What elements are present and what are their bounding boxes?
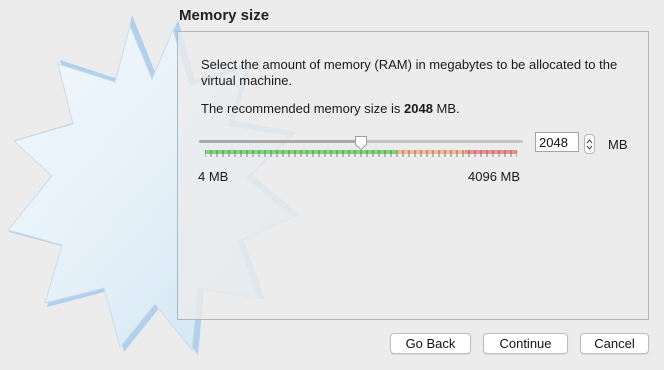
memory-description: Select the amount of memory (RAM) in meg… (201, 57, 618, 88)
memory-slider-ticks (205, 150, 517, 157)
tick-band-red (465, 150, 517, 154)
continue-button[interactable]: Continue (483, 333, 568, 354)
cancel-button[interactable]: Cancel (580, 333, 649, 354)
chevron-down-icon (586, 145, 593, 150)
memory-stepper[interactable] (584, 134, 595, 154)
memory-unit-label: MB (608, 137, 628, 152)
tick-band-orange (397, 150, 465, 154)
recommended-memory-value: 2048 (404, 101, 433, 116)
recommendation-suffix: MB. (432, 101, 460, 116)
memory-slider-thumb[interactable] (354, 135, 368, 151)
memory-slider-fill (199, 140, 361, 143)
page-title: Memory size (179, 7, 270, 24)
stepper-up-arrow[interactable] (585, 135, 594, 144)
recommendation-text: The recommended memory size is 2048 MB. (201, 101, 460, 116)
go-back-button[interactable]: Go Back (390, 333, 471, 354)
memory-min-label: 4 MB (198, 169, 229, 184)
recommendation-prefix: The recommended memory size is (201, 101, 405, 116)
memory-size-input[interactable] (535, 132, 579, 152)
memory-max-label: 4096 MB (468, 169, 521, 184)
stepper-down-arrow[interactable] (585, 144, 594, 153)
content-panel: Select the amount of memory (RAM) in meg… (177, 31, 649, 320)
